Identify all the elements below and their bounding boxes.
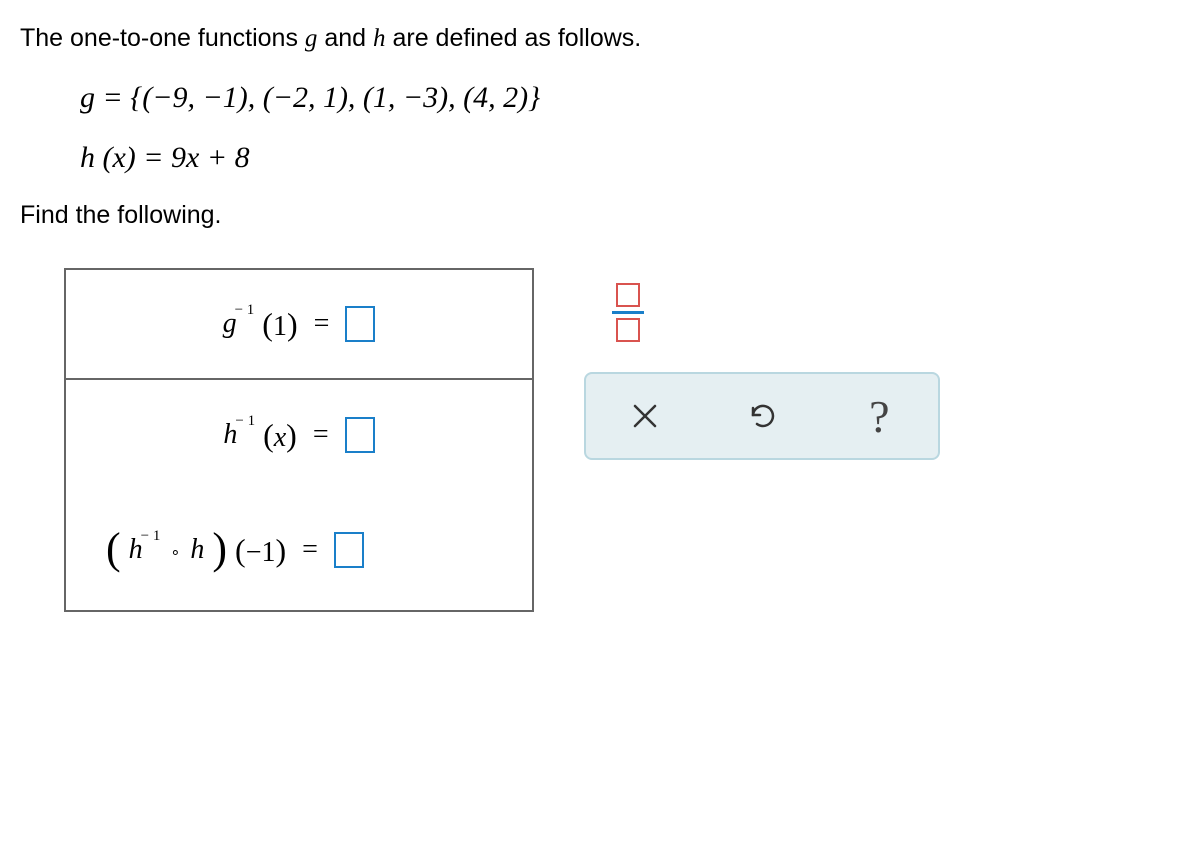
intro-g: g: [305, 25, 318, 52]
r3-sup1: − 1: [141, 528, 161, 544]
reset-button[interactable]: [703, 374, 820, 458]
r1-sup: − 1: [235, 302, 255, 318]
input-composition[interactable]: [334, 532, 364, 568]
tool-column: ?: [584, 268, 940, 460]
close-icon: [630, 401, 660, 431]
intro-text: The one-to-one functions g and h are def…: [20, 24, 1180, 53]
intro-h: h: [373, 25, 386, 52]
action-button-bar: ?: [584, 372, 940, 460]
find-text: Find the following.: [20, 201, 1180, 230]
intro-suffix: are defined as follows.: [386, 24, 642, 52]
intro-prefix: The one-to-one functions: [20, 24, 305, 52]
answer-table: g− 1 (1) = h− 1 (x) = ( h− 1 ∘ h ) (−1): [64, 268, 534, 612]
clear-button[interactable]: [586, 374, 703, 458]
answer-row-g-inverse: g− 1 (1) =: [66, 270, 532, 380]
r3-base2: h: [190, 534, 204, 566]
r2-sup: − 1: [235, 413, 255, 429]
answer-row-composition: ( h− 1 ∘ h ) (−1) =: [66, 490, 532, 610]
r3-comp: ∘: [170, 542, 180, 562]
answer-row-h-inverse: h− 1 (x) =: [66, 380, 532, 490]
r1-arg: 1: [273, 311, 287, 342]
intro-mid: and: [317, 24, 373, 52]
h-definition: h (x) = 9x + 8: [80, 141, 1180, 175]
r3-arg: −1: [246, 537, 276, 568]
input-h-inverse[interactable]: [345, 417, 375, 453]
fraction-icon: [612, 283, 644, 342]
undo-icon: [745, 399, 779, 433]
r2-arg: x: [274, 422, 286, 453]
fraction-tool-button[interactable]: [584, 268, 672, 356]
content-row: g− 1 (1) = h− 1 (x) = ( h− 1 ∘ h ) (−1): [20, 268, 1180, 612]
r3-eq: =: [302, 534, 318, 566]
help-icon: ?: [869, 390, 889, 443]
h-def-text: h (x) = 9x + 8: [80, 141, 250, 174]
r1-eq: =: [314, 308, 330, 340]
r2-eq: =: [313, 419, 329, 451]
g-definition: g = {(−9, −1), (−2, 1), (1, −3), (4, 2)}: [80, 81, 1180, 115]
help-button[interactable]: ?: [821, 374, 938, 458]
g-def-text: g = {(−9, −1), (−2, 1), (1, −3), (4, 2)}: [80, 81, 540, 114]
input-g-inverse[interactable]: [345, 306, 375, 342]
